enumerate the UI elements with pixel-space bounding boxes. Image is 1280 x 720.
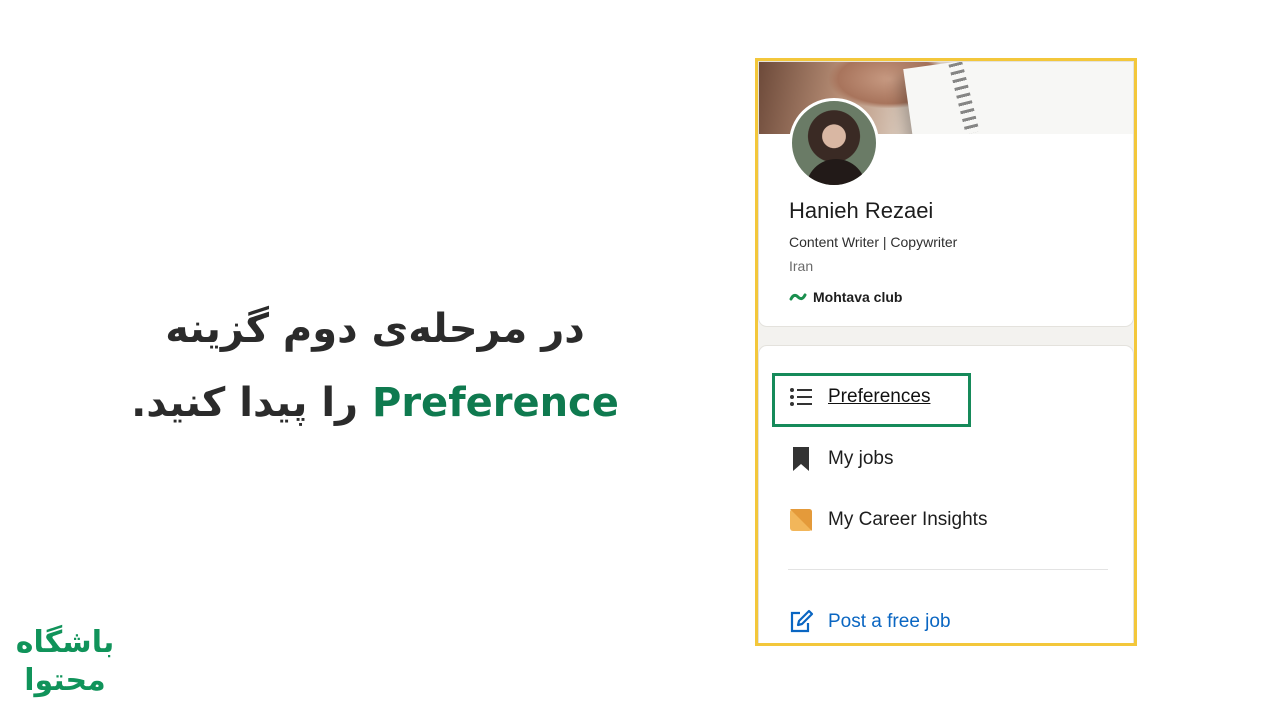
instruction-line-2: Preference را پیدا کنید. [120,366,630,440]
profile-headline: Content Writer | Copywriter [789,234,958,250]
post-free-job-link[interactable]: Post a free job [788,607,951,637]
menu-item-my-jobs[interactable]: My jobs [788,444,893,474]
insights-icon [788,507,814,533]
profile-name[interactable]: Hanieh Rezaei [789,198,933,224]
brand-logo-line-1: باشگاه [15,625,115,660]
profile-card: Hanieh Rezaei Content Writer | Copywrite… [759,62,1133,326]
instruction-line-2-rest: را پیدا کنید. [131,380,359,426]
menu-item-my-jobs-label: My jobs [828,448,894,469]
profile-company-label: Mohtava club [813,289,903,305]
menu-item-preferences[interactable]: Preferences [788,382,930,412]
instruction-text: در مرحله‌ی دوم گزینه Preference را پیدا … [120,292,630,440]
company-logo-icon [789,293,807,301]
menu-item-preferences-label: Preferences [828,386,931,407]
menu-item-career-insights[interactable]: My Career Insights [788,505,987,535]
instruction-keyword: Preference [372,380,619,426]
menu-item-career-insights-label: My Career Insights [828,509,988,530]
screenshot-frame: Hanieh Rezaei Content Writer | Copywrite… [755,58,1137,646]
menu-divider [788,569,1108,570]
profile-location: Iran [789,258,814,274]
brand-logo: باشگاه محتوا [14,624,116,700]
brand-logo-line-2: محتوا [24,663,106,698]
avatar[interactable] [789,98,879,188]
post-free-job-label: Post a free job [828,611,951,632]
instruction-line-1: در مرحله‌ی دوم گزینه [165,306,585,352]
edit-icon [788,609,814,635]
profile-company[interactable]: Mohtava club [789,288,902,306]
list-icon [788,384,814,410]
bookmark-icon [788,446,814,472]
